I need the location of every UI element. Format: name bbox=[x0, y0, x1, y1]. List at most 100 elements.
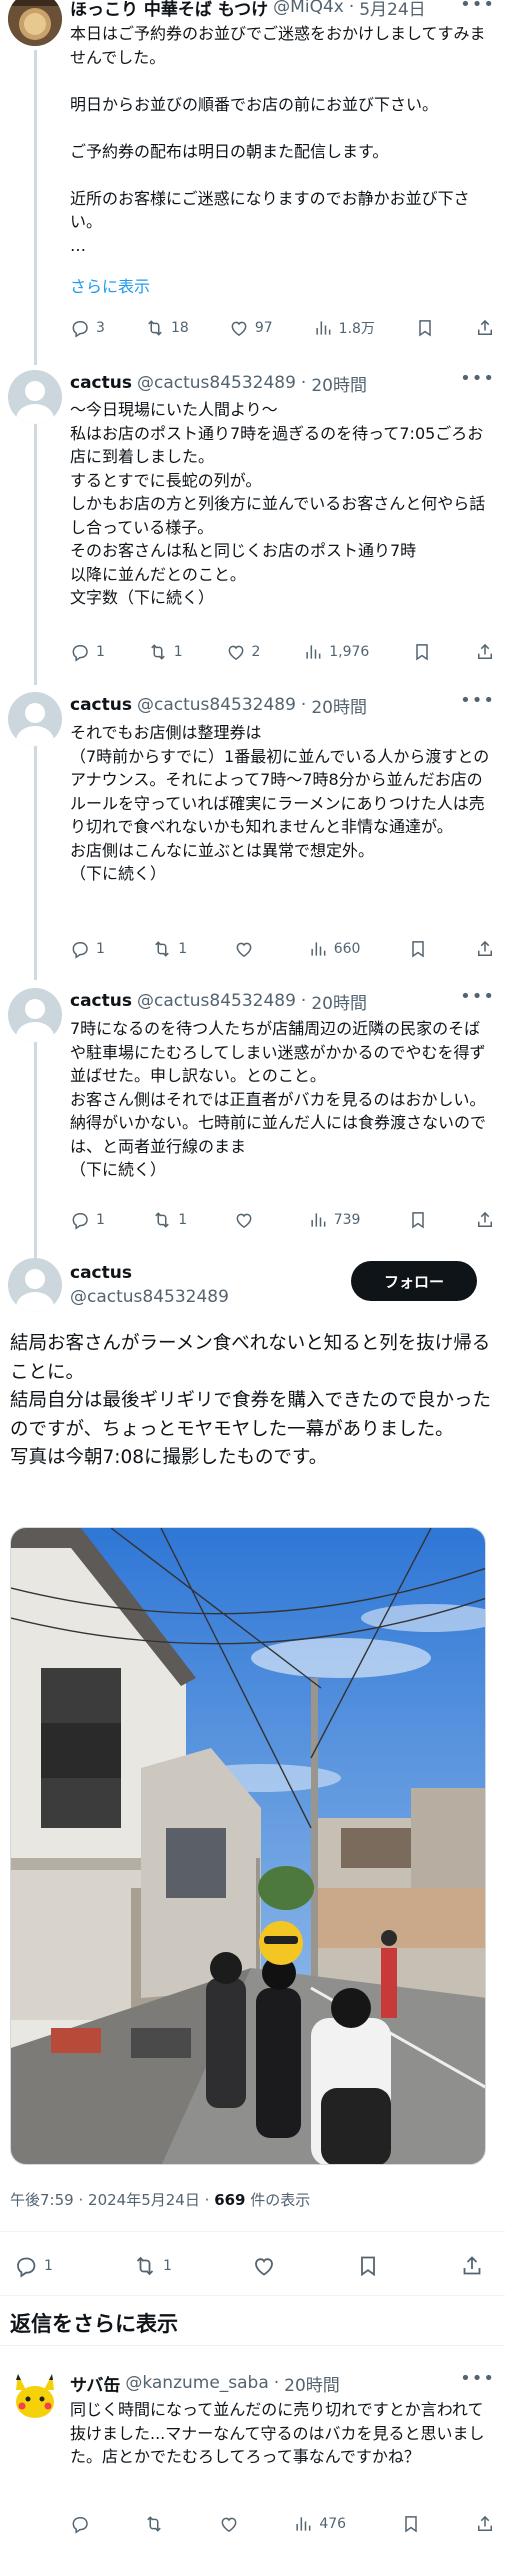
bookmark-button[interactable] bbox=[408, 939, 428, 959]
tweet-text: 結局お客さんがラーメン食べれないと知ると列を抜け帰ることに。 結局自分は最後ギリ… bbox=[10, 1333, 492, 1468]
like-button[interactable]: 2 bbox=[226, 642, 260, 662]
avatar[interactable] bbox=[8, 692, 62, 746]
display-name[interactable]: cactus bbox=[70, 991, 132, 1011]
display-name[interactable]: サバ缶 bbox=[70, 2371, 120, 2396]
tweet-header: ほっこり 中華そば もつけ @MiQ4x · 5月24日 bbox=[70, 0, 426, 20]
more-replies-heading[interactable]: 返信をさらに表示 bbox=[10, 2308, 178, 2338]
bookmark-button[interactable] bbox=[412, 642, 432, 662]
reply-button[interactable]: 1 bbox=[14, 2254, 53, 2278]
post-date[interactable]: 5月24日 bbox=[359, 0, 425, 20]
post-date[interactable]: 2024年5月24日 bbox=[88, 2191, 200, 2209]
separator: · bbox=[348, 0, 355, 17]
more-icon[interactable]: ••• bbox=[460, 690, 495, 711]
bookmark-icon bbox=[412, 642, 432, 662]
more-icon[interactable]: ••• bbox=[460, 368, 495, 389]
user-handle[interactable]: @cactus84532489 bbox=[137, 991, 296, 1011]
reply-button[interactable]: 3 bbox=[70, 318, 105, 338]
like-button[interactable] bbox=[234, 939, 260, 959]
avatar[interactable] bbox=[8, 370, 62, 424]
reply-button[interactable]: 1 bbox=[70, 642, 105, 662]
user-handle[interactable]: @cactus84532489 bbox=[70, 1287, 229, 1307]
follow-button[interactable]: フォロー bbox=[351, 1261, 477, 1301]
display-name[interactable]: cactus bbox=[70, 1263, 132, 1283]
bookmark-button[interactable] bbox=[408, 1210, 428, 1230]
user-handle[interactable]: @cactus84532489 bbox=[137, 695, 296, 715]
avatar[interactable] bbox=[8, 1258, 62, 1312]
post-date[interactable]: 20時間 bbox=[284, 2371, 340, 2396]
more-icon[interactable]: ••• bbox=[460, 0, 495, 15]
like-button[interactable]: 97 bbox=[229, 318, 273, 338]
reply-count: 3 bbox=[96, 320, 105, 336]
reply-icon bbox=[70, 939, 90, 959]
like-button[interactable] bbox=[252, 2254, 276, 2278]
divider bbox=[0, 2345, 505, 2346]
retweet-button[interactable]: 1 bbox=[152, 1210, 187, 1230]
retweet-button[interactable]: 1 bbox=[152, 939, 187, 959]
views-label: 件の表示 bbox=[250, 2191, 311, 2209]
display-name[interactable]: cactus bbox=[70, 695, 132, 715]
retweet-button[interactable]: 1 bbox=[148, 642, 183, 662]
tweet-text: 7時になるのを待つ人たちが店舗周辺の近隣の民家のそばや駐車場にたむろしてしまい迷… bbox=[70, 1019, 487, 1179]
share-button[interactable] bbox=[475, 2514, 495, 2534]
views-button[interactable]: 739 bbox=[308, 1210, 360, 1230]
bookmark-icon bbox=[401, 2514, 421, 2534]
post-date[interactable]: 20時間 bbox=[311, 989, 367, 1014]
show-more-link[interactable]: さらに表示 bbox=[70, 273, 150, 297]
views-button[interactable]: 1.8万 bbox=[313, 318, 375, 338]
share-icon bbox=[475, 318, 495, 338]
retweet-count: 18 bbox=[170, 320, 189, 336]
share-button[interactable] bbox=[475, 318, 495, 338]
bookmark-button[interactable] bbox=[401, 2514, 421, 2534]
tweet-actions: 3 18 97 1.8万 bbox=[70, 316, 495, 340]
post-date[interactable]: 20時間 bbox=[311, 693, 367, 718]
like-icon bbox=[234, 939, 254, 959]
retweet-button[interactable] bbox=[144, 2514, 164, 2534]
share-button[interactable] bbox=[475, 939, 495, 959]
display-name[interactable]: ほっこり 中華そば もつけ bbox=[70, 0, 268, 20]
like-count: 97 bbox=[254, 320, 273, 336]
reply-button[interactable] bbox=[70, 2514, 90, 2534]
like-button[interactable] bbox=[234, 1210, 260, 1230]
reply-count: 1 bbox=[96, 644, 105, 660]
user-handle[interactable]: @cactus84532489 bbox=[137, 373, 296, 393]
share-button[interactable] bbox=[475, 642, 495, 662]
thread-line bbox=[34, 722, 37, 980]
retweet-button[interactable]: 18 bbox=[145, 318, 189, 338]
bookmark-button[interactable] bbox=[415, 318, 435, 338]
views-count: 669 bbox=[214, 2191, 246, 2209]
reply-button[interactable]: 1 bbox=[70, 939, 105, 959]
share-button[interactable] bbox=[460, 2254, 484, 2278]
tweet-actions: 1 1 739 bbox=[70, 1208, 495, 1232]
retweet-icon bbox=[144, 2514, 164, 2534]
views-button[interactable]: 476 bbox=[293, 2514, 346, 2534]
share-icon bbox=[460, 2254, 484, 2278]
user-handle[interactable]: @MiQ4x bbox=[273, 0, 344, 17]
views-icon bbox=[303, 642, 323, 662]
reply-icon bbox=[70, 642, 90, 662]
retweet-button[interactable]: 1 bbox=[133, 2254, 172, 2278]
reply-button[interactable]: 1 bbox=[70, 1210, 105, 1230]
like-button[interactable] bbox=[219, 2514, 239, 2534]
bookmark-icon bbox=[408, 1210, 428, 1230]
display-name[interactable]: cactus bbox=[70, 373, 132, 393]
more-icon[interactable]: ••• bbox=[460, 2368, 495, 2389]
share-button[interactable] bbox=[475, 1210, 495, 1230]
reply-icon bbox=[70, 2514, 90, 2534]
reply-icon bbox=[14, 2254, 38, 2278]
tweet-text: 同じく時間になって並んだのに売り切れですとか言われて抜けました...マナーなんて… bbox=[70, 2400, 485, 2466]
reply-count: 1 bbox=[44, 2258, 53, 2274]
views-button[interactable]: 1,976 bbox=[303, 642, 369, 662]
bookmark-button[interactable] bbox=[356, 2254, 380, 2278]
user-handle[interactable]: @kanzume_saba bbox=[125, 2373, 268, 2393]
views-count: 1.8万 bbox=[338, 321, 375, 337]
avatar[interactable] bbox=[8, 988, 62, 1042]
avatar[interactable] bbox=[8, 2368, 62, 2422]
tweet-photo[interactable] bbox=[10, 1527, 486, 2165]
tweet-text: 本日はご予約券のお並びでご迷惑をおかけしましてすみませんでした。 明日からお並び… bbox=[70, 24, 486, 255]
avatar[interactable] bbox=[8, 0, 62, 46]
post-time[interactable]: 午後7:59 bbox=[10, 2191, 74, 2209]
views-button[interactable]: 660 bbox=[308, 939, 360, 959]
post-date[interactable]: 20時間 bbox=[311, 371, 367, 396]
retweet-icon bbox=[152, 939, 172, 959]
more-icon[interactable]: ••• bbox=[460, 986, 495, 1007]
